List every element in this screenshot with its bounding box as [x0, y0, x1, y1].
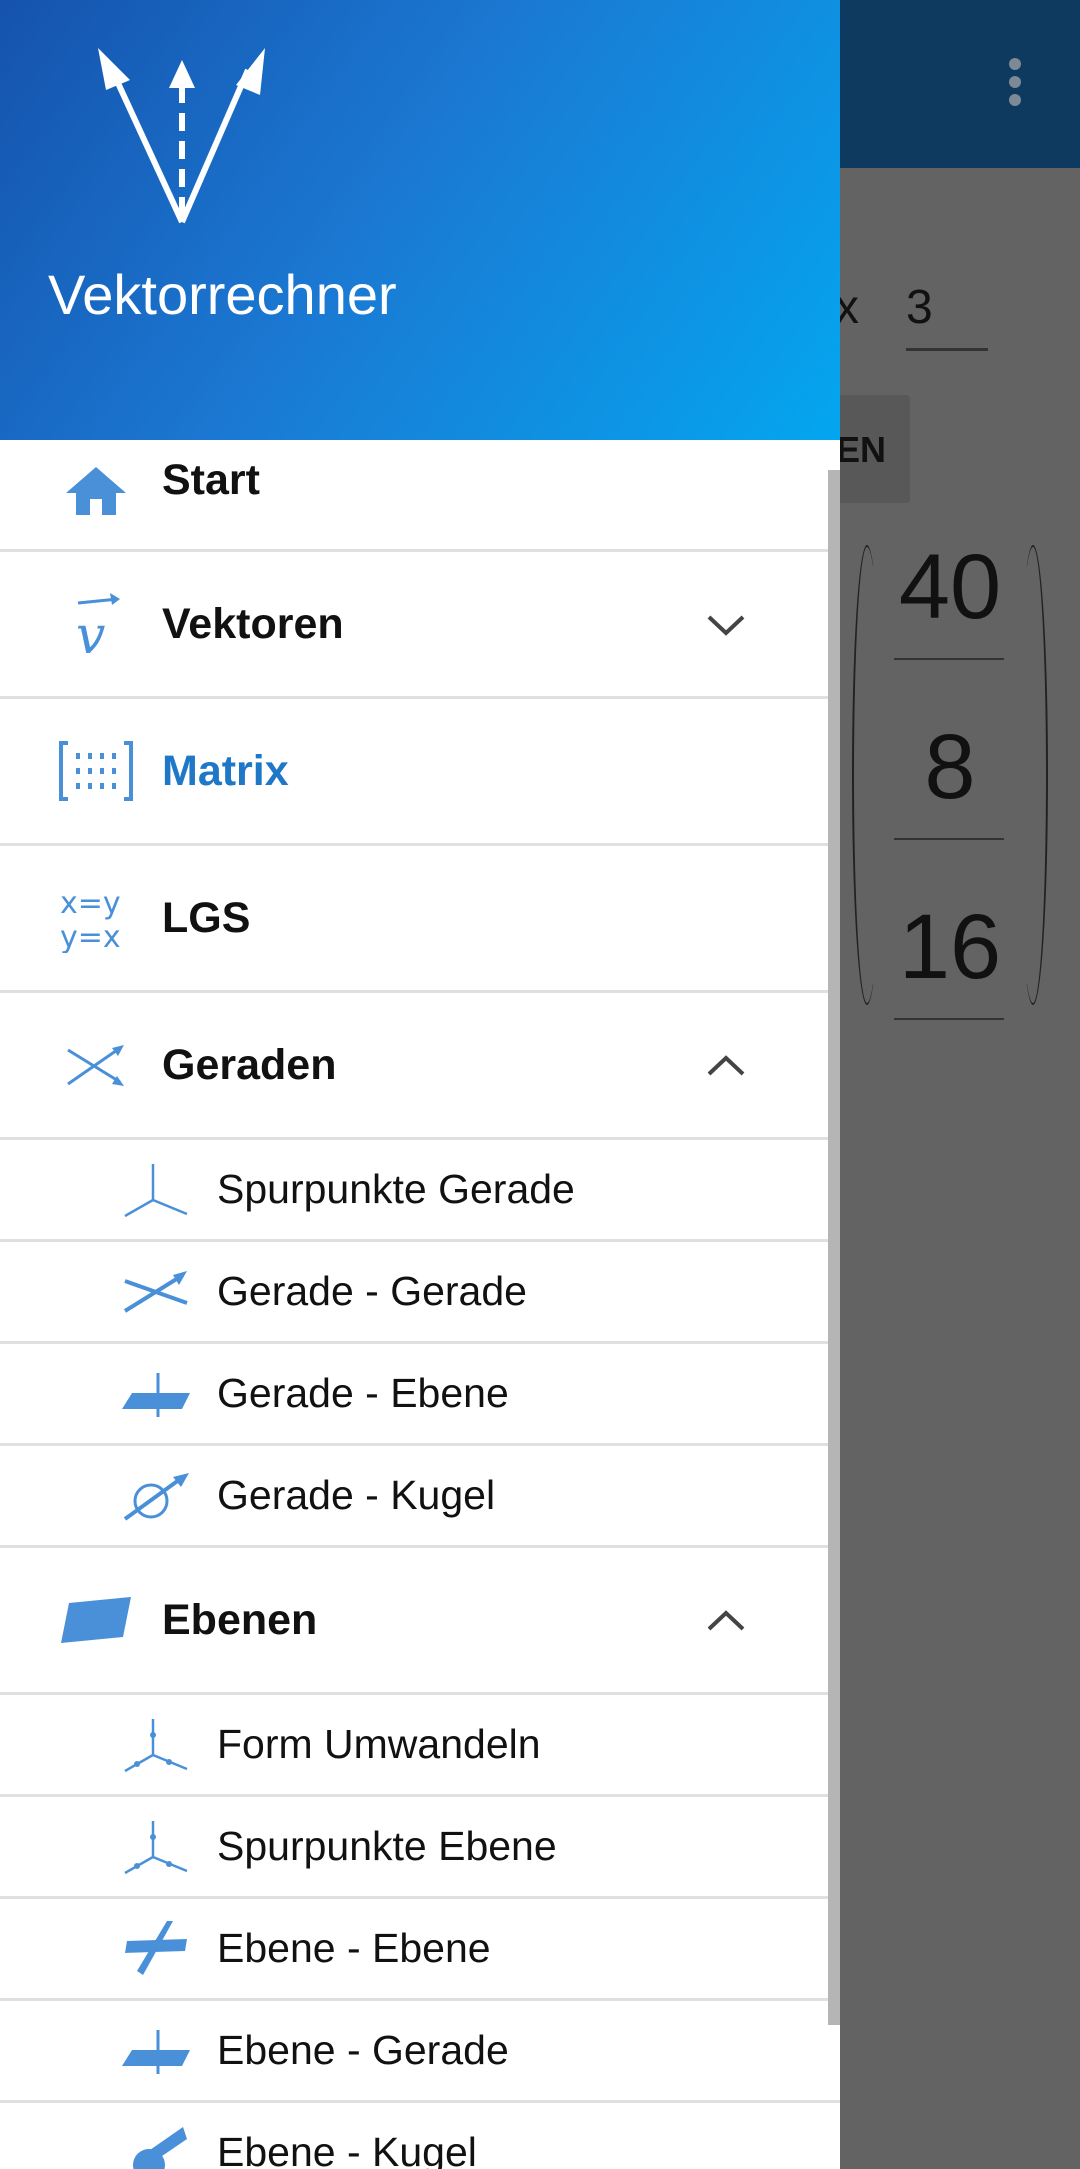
more-options-icon[interactable]	[1005, 58, 1025, 110]
plane-icon	[58, 1585, 134, 1655]
line-plane-icon	[120, 1362, 192, 1426]
matrix-cell[interactable]: 8	[890, 715, 1010, 820]
app-title: Vektorrechner	[48, 263, 397, 326]
menu-item-lgs[interactable]: x=y y=x LGS	[0, 846, 840, 993]
menu-label: Geraden	[162, 1040, 337, 1089]
cell-underline	[894, 658, 1004, 660]
menu-label: Spurpunkte Gerade	[217, 1166, 575, 1212]
menu-label: Spurpunkte Ebene	[217, 1823, 557, 1869]
equation-system-icon: x=y y=x	[58, 883, 134, 953]
chevron-down-icon[interactable]	[705, 609, 747, 639]
home-icon	[58, 456, 134, 526]
lines-icon	[58, 1030, 134, 1100]
matrix-cell[interactable]: 40	[890, 535, 1010, 640]
menu-item-ebene-ebene[interactable]: Ebene - Ebene	[0, 1899, 840, 2001]
vector-logo-icon	[98, 48, 265, 224]
menu-label: Ebenen	[162, 1595, 318, 1644]
plane-sphere-icon	[120, 2121, 192, 2169]
menu-label: Ebene - Gerade	[217, 2027, 509, 2073]
chevron-up-icon[interactable]	[705, 1605, 747, 1635]
menu-item-matrix[interactable]: Matrix	[0, 699, 840, 846]
menu-label: Gerade - Gerade	[217, 1268, 527, 1314]
axes-icon	[120, 1713, 192, 1777]
menu-label: Form Umwandeln	[217, 1721, 541, 1767]
line-sphere-icon	[120, 1464, 192, 1528]
svg-text:v: v	[76, 606, 105, 659]
menu-item-form-umwandeln[interactable]: Form Umwandeln	[0, 1695, 840, 1797]
menu-item-gerade-gerade[interactable]: Gerade - Gerade	[0, 1242, 840, 1344]
matrix-icon	[58, 736, 134, 806]
menu-item-ebene-gerade[interactable]: Ebene - Gerade	[0, 2001, 840, 2103]
cell-underline	[894, 838, 1004, 840]
menu-item-gerade-kugel[interactable]: Gerade - Kugel	[0, 1446, 840, 1548]
menu-item-spurpunkte-gerade[interactable]: Spurpunkte Gerade	[0, 1140, 840, 1242]
vector-icon: v	[58, 589, 134, 659]
dimension-input[interactable]: 3	[906, 280, 933, 335]
axes-icon	[120, 1158, 192, 1222]
menu-item-spurpunkte-ebene[interactable]: Spurpunkte Ebene	[0, 1797, 840, 1899]
button-label: EN	[836, 429, 887, 470]
menu-label: Gerade - Kugel	[217, 1472, 496, 1518]
input-underline	[906, 348, 988, 351]
menu-item-vektoren[interactable]: v Vektoren	[0, 552, 840, 699]
navigation-drawer: Vektorrechner Start v Vektoren Matrix x=…	[0, 0, 840, 2169]
menu-item-ebenen[interactable]: Ebenen	[0, 1548, 840, 1695]
menu-item-geraden[interactable]: Geraden	[0, 993, 840, 1140]
menu-item-gerade-ebene[interactable]: Gerade - Ebene	[0, 1344, 840, 1446]
right-parenthesis	[1018, 545, 1048, 1005]
menu-label: Gerade - Ebene	[217, 1370, 509, 1416]
menu-label: Ebene - Ebene	[217, 1925, 491, 1971]
menu-label: Start	[162, 456, 260, 504]
axes-icon	[120, 1815, 192, 1879]
matrix-cell[interactable]: 16	[890, 895, 1010, 1000]
menu-label: Matrix	[162, 746, 289, 795]
svg-text:y=x: y=x	[60, 920, 121, 953]
menu-item-ebene-kugel[interactable]: Ebene - Kugel	[0, 2103, 840, 2169]
drawer-header: Vektorrechner	[0, 0, 840, 440]
plane-line-icon	[120, 2019, 192, 2083]
menu-label: Vektoren	[162, 599, 344, 648]
menu-label: Ebene - Kugel	[217, 2129, 477, 2169]
chevron-up-icon[interactable]	[705, 1050, 747, 1080]
left-parenthesis	[852, 545, 882, 1005]
drawer-scrollbar[interactable]	[828, 470, 840, 2025]
plane-plane-icon	[120, 1917, 192, 1981]
svg-text:x=y: x=y	[60, 886, 121, 921]
menu-label: LGS	[162, 893, 251, 942]
cell-underline	[894, 1018, 1004, 1020]
line-line-icon	[120, 1260, 192, 1324]
menu-item-start[interactable]: Start	[0, 440, 840, 552]
